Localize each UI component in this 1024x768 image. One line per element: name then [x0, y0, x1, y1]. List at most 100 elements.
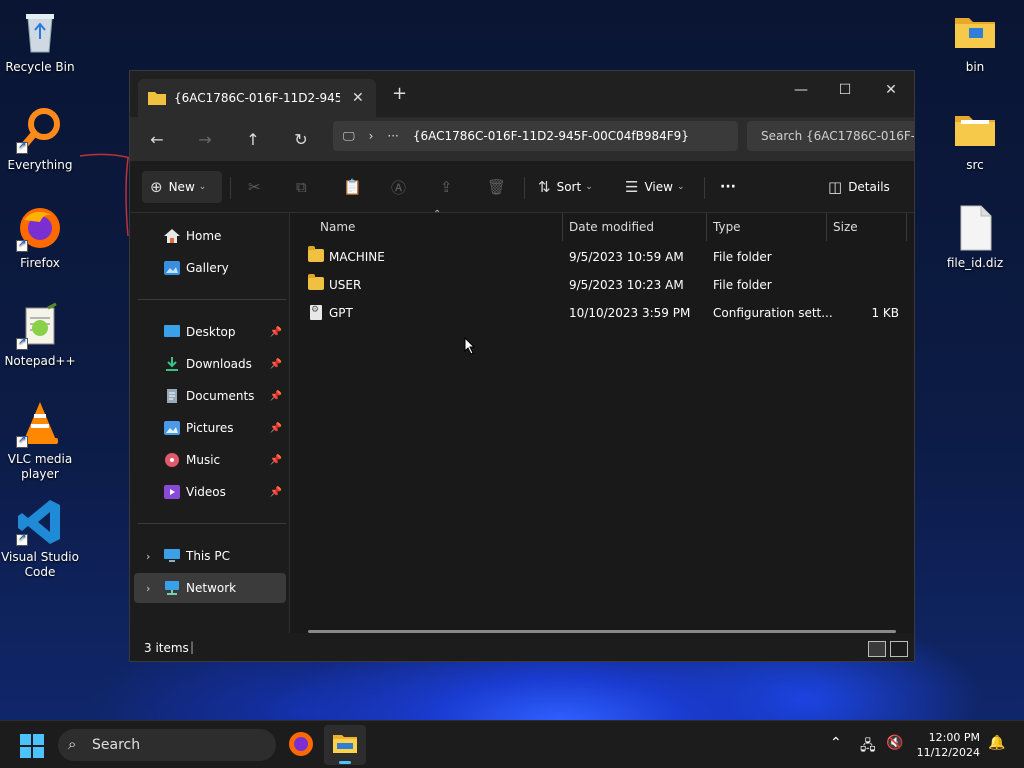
column-divider[interactable]: [906, 213, 907, 241]
desktop-icon-label: VLC media player: [7, 452, 73, 481]
close-window-icon[interactable]: ✕: [868, 75, 914, 105]
search-input[interactable]: Search {6AC1786C-016F-: [747, 121, 914, 151]
pictures-icon: [164, 421, 180, 435]
column-label: Size: [833, 220, 858, 234]
folder-icon: [148, 92, 166, 105]
refresh-icon[interactable]: ↻: [286, 125, 316, 153]
sidebar-item-home[interactable]: Home: [134, 221, 286, 251]
settings-file-icon: [310, 305, 322, 320]
sidebar-item-desktop[interactable]: Desktop 📌: [134, 317, 286, 347]
address-more-button[interactable]: ···: [387, 129, 398, 143]
sidebar-item-documents[interactable]: Documents 📌: [134, 381, 286, 411]
address-bar[interactable]: 🖵 › ··· {6AC1786C-016F-11D2-945F-00C04fB…: [333, 121, 738, 151]
column-header-date-modified[interactable]: Date modified: [569, 213, 654, 241]
taskbar: ⌕ Search ⌃ 🖧 🔇 12:00 PM 11/12/2024 🔔: [0, 720, 1024, 768]
desktop-icon-everything[interactable]: Everything: [0, 106, 80, 173]
sidebar-item-music[interactable]: Music 📌: [134, 445, 286, 475]
active-app-indicator: [339, 761, 351, 764]
desktop-icon-recycle-bin[interactable]: Recycle Bin: [0, 8, 80, 75]
sidebar-divider: [138, 523, 286, 524]
home-icon: [164, 229, 180, 243]
desktop-icon-file-id-diz[interactable]: file_id.diz: [935, 204, 1015, 271]
tab-current-folder[interactable]: {6AC1786C-016F-11D2-945F-00 ✕: [138, 79, 376, 117]
tab-close-icon[interactable]: ✕: [352, 90, 364, 106]
file-name: USER: [329, 278, 362, 292]
network-status-icon[interactable]: 🖧: [860, 735, 876, 759]
toolbar-divider: [704, 177, 705, 199]
desktop-icon-src[interactable]: src: [935, 106, 1015, 173]
maximize-icon[interactable]: ☐: [822, 75, 868, 105]
desktop-icon: [164, 325, 180, 339]
desktop-icon-bin[interactable]: bin: [935, 8, 1015, 75]
desktop-icon-firefox[interactable]: Firefox: [0, 204, 80, 271]
sidebar-item-gallery[interactable]: Gallery: [134, 253, 286, 283]
chevron-right-icon[interactable]: ›: [369, 129, 374, 143]
column-header-name[interactable]: Name: [320, 213, 355, 241]
pin-icon[interactable]: 📌: [270, 327, 282, 338]
view-button[interactable]: ☰ View ⌄: [625, 171, 684, 203]
firefox-icon: [16, 204, 64, 252]
sidebar-item-pictures[interactable]: Pictures 📌: [134, 413, 286, 443]
download-icon: [164, 357, 180, 371]
file-type: File folder: [713, 250, 772, 264]
column-header-size[interactable]: Size: [833, 213, 858, 241]
file-list-view: Name ⌃ Date modified Type Size MACHINE 9…: [289, 209, 914, 633]
tiles-view-icon[interactable]: [890, 641, 908, 657]
windows-start-icon[interactable]: [20, 734, 44, 761]
desktop-icon-vscode[interactable]: Visual Studio Code: [0, 498, 80, 580]
table-row[interactable]: GPT 10/10/2023 3:59 PM Configuration set…: [290, 299, 914, 327]
system-clock[interactable]: 12:00 PM 11/12/2024: [917, 730, 980, 760]
volume-muted-icon[interactable]: 🔇: [886, 735, 903, 751]
pin-icon[interactable]: 📌: [270, 423, 282, 434]
sidebar-item-videos[interactable]: Videos 📌: [134, 477, 286, 507]
more-options-button[interactable]: ···: [720, 171, 736, 203]
chevron-up-icon[interactable]: ⌃: [830, 735, 842, 751]
pin-icon[interactable]: 📌: [270, 487, 282, 498]
column-label: Name: [320, 220, 356, 234]
sidebar-divider: [138, 299, 286, 300]
new-tab-icon[interactable]: +: [392, 83, 407, 104]
new-button[interactable]: ⊕ New ⌄: [142, 171, 222, 203]
table-row[interactable]: USER 9/5/2023 10:23 AM File folder: [290, 271, 914, 299]
copy-icon[interactable]: ⧉: [296, 171, 307, 203]
title-bar[interactable]: {6AC1786C-016F-11D2-945F-00 ✕ + — ☐ ✕: [130, 71, 914, 117]
file-explorer-window: {6AC1786C-016F-11D2-945F-00 ✕ + — ☐ ✕ ← …: [129, 70, 915, 662]
cut-icon[interactable]: ✂: [248, 171, 261, 203]
monitor-icon[interactable]: 🖵: [343, 129, 355, 144]
minimize-icon[interactable]: —: [778, 75, 824, 105]
up-arrow-icon[interactable]: ↑: [238, 125, 268, 153]
delete-icon[interactable]: 🗑: [487, 171, 506, 203]
desktop-icon-vlc[interactable]: VLC media player: [0, 400, 80, 482]
address-path[interactable]: {6AC1786C-016F-11D2-945F-00C04fB984F9}: [413, 129, 689, 143]
details-button[interactable]: ◫ Details: [828, 171, 890, 203]
sidebar-item-label: Music: [186, 453, 221, 467]
sidebar-item-downloads[interactable]: Downloads 📌: [134, 349, 286, 379]
column-divider[interactable]: [562, 213, 563, 241]
pin-icon[interactable]: 📌: [270, 359, 282, 370]
paste-icon[interactable]: 📋: [343, 171, 362, 203]
desktop-icon-notepad-plus-plus[interactable]: Notepad++: [0, 302, 80, 369]
sort-button[interactable]: ⇅ Sort ⌄: [538, 171, 593, 203]
details-view-icon[interactable]: [868, 641, 886, 657]
notification-bell-icon[interactable]: 🔔: [988, 735, 1005, 751]
shortcut-arrow-icon: [16, 434, 28, 448]
column-divider[interactable]: [706, 213, 707, 241]
chevron-right-icon[interactable]: ›: [146, 550, 150, 563]
sort-icon: ⇅: [538, 178, 551, 196]
forward-arrow-icon[interactable]: →: [190, 125, 220, 153]
table-row[interactable]: MACHINE 9/5/2023 10:59 AM File folder: [290, 243, 914, 271]
pin-icon[interactable]: 📌: [270, 455, 282, 466]
pin-icon[interactable]: 📌: [270, 391, 282, 402]
back-arrow-icon[interactable]: ←: [142, 125, 172, 153]
column-header-type[interactable]: Type: [713, 213, 741, 241]
taskbar-firefox-icon[interactable]: [288, 731, 314, 760]
chevron-right-icon[interactable]: ›: [146, 582, 150, 595]
rename-icon[interactable]: Ⓐ: [391, 171, 406, 203]
share-icon[interactable]: ⇪: [440, 171, 453, 203]
sidebar-item-network[interactable]: › Network: [134, 573, 286, 603]
taskbar-file-explorer-button[interactable]: [324, 725, 366, 765]
column-divider[interactable]: [826, 213, 827, 241]
sidebar-item-this-pc[interactable]: › This PC: [134, 541, 286, 571]
taskbar-search-input[interactable]: ⌕ Search: [58, 729, 276, 761]
chevron-down-icon: ⌄: [676, 182, 685, 192]
